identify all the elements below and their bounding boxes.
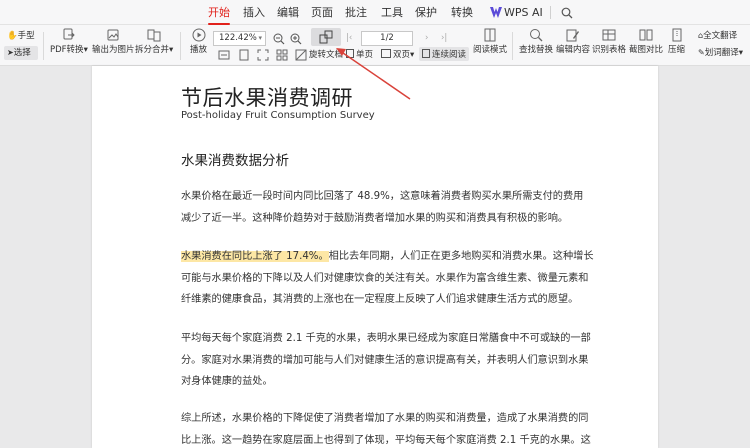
- toolbar-divider: [180, 32, 181, 60]
- recognize-table-icon: [602, 29, 616, 41]
- chevron-down-icon: ▾: [410, 50, 415, 60]
- cursor-icon: ➤: [7, 48, 14, 57]
- chevron-down-icon: ▾: [738, 48, 743, 58]
- recognize-table-button[interactable]: 识别表格: [592, 28, 626, 55]
- play-button[interactable]: 播放: [190, 28, 207, 55]
- last-page-icon[interactable]: ›|: [441, 32, 447, 44]
- tab-home[interactable]: 开始: [207, 5, 231, 25]
- pdf-convert-icon: [63, 28, 75, 40]
- wps-ai-icon: [490, 7, 502, 18]
- next-page-icon[interactable]: ›: [425, 32, 428, 44]
- page-title: 节后水果消费调研: [181, 86, 353, 110]
- word-translate-button[interactable]: ✎划词翻译▾: [698, 47, 743, 59]
- search-icon[interactable]: [561, 7, 573, 19]
- toolbar-divider: [43, 32, 44, 60]
- zoom-in-icon[interactable]: [290, 33, 302, 45]
- paragraph-household: 平均每天每个家庭消费 2.1 千克的水果，表明水果已经成为家庭日常膳食中不可或缺…: [181, 328, 597, 393]
- thumbnail-icon[interactable]: [276, 49, 288, 61]
- select-tool-button[interactable]: ➤选择: [7, 47, 31, 59]
- paragraph-summary: 综上所述，水果价格的下降促使了消费者增加了水果的购买和消费量，造成了水果消费的同…: [181, 408, 597, 448]
- double-page-button[interactable]: 双页▾: [381, 49, 414, 61]
- double-page-icon: [381, 49, 391, 58]
- read-mode-icon: [484, 28, 496, 42]
- find-replace-icon: [530, 29, 543, 42]
- text-line: 纤维素的健康食品，其消费的上涨也在一定程度上反映了人们追求健康生活方式的愿望。: [181, 294, 579, 305]
- read-mode-button[interactable]: 阅读模式: [473, 28, 507, 55]
- menu-tab-bar: 开始 插入 编辑 页面 批注 工具 保护 转换 WPS AI: [0, 0, 750, 25]
- text-line: 平均每天每个家庭消费 2.1 千克的水果，表明水果已经成为家庭日常膳食中不可或缺…: [181, 333, 591, 344]
- compress-button[interactable]: 压缩: [668, 28, 685, 55]
- ribbon-toolbar: ✋手型 ➤选择 PDF转换▾ 输出为图片 拆分合并▾ 播放 122.42% ▾ 旋…: [0, 25, 750, 66]
- full-translate-button[interactable]: ⌂全文翻译: [698, 30, 737, 42]
- text-line: 对身体健康的益处。: [181, 376, 273, 387]
- tab-divider: [550, 6, 551, 19]
- zoom-select[interactable]: 122.42% ▾: [213, 31, 266, 46]
- rotate-document-button[interactable]: 旋转文档: [309, 49, 343, 61]
- actual-size-icon[interactable]: [257, 49, 269, 61]
- tab-convert[interactable]: 转换: [451, 5, 473, 21]
- tab-tools[interactable]: 工具: [381, 5, 403, 21]
- page-subtitle: Post-holiday Fruit Consumption Survey: [181, 110, 375, 121]
- toolbar-divider: [512, 32, 513, 60]
- fit-width-icon[interactable]: [218, 49, 230, 61]
- pdf-convert-button[interactable]: PDF转换▾: [50, 28, 88, 55]
- text-line: 分。家庭对水果消费的增加可能与人们对健康生活的意识提高有关，并表明人们意识到水果: [181, 354, 589, 366]
- text-line: 综上所述，水果价格的下降促使了消费者增加了水果的购买和消费量，造成了水果消费的同: [181, 413, 589, 424]
- tab-page[interactable]: 页面: [311, 5, 333, 21]
- first-page-icon[interactable]: |‹: [346, 32, 352, 44]
- text-line: 水果价格在最近一段时间内同比回落了 48.9%，这意味着消费者购买水果所需支付的…: [181, 191, 584, 202]
- single-page-icon: [346, 49, 354, 58]
- hand-icon: ✋: [7, 31, 18, 41]
- document-page: 节后水果消费调研 Post-holiday Fruit Consumption …: [92, 66, 658, 448]
- play-icon: [192, 28, 205, 42]
- hand-tool-button[interactable]: ✋手型: [7, 30, 35, 42]
- continuous-reading-button[interactable]: 连续阅读: [422, 49, 466, 61]
- edit-content-button[interactable]: 编辑内容: [556, 28, 590, 55]
- highlighted-text[interactable]: 水果消费在同比上涨了 17.4%。: [181, 251, 329, 262]
- tab-protect[interactable]: 保护: [415, 5, 437, 21]
- paragraph-price: 水果价格在最近一段时间内同比回落了 48.9%，这意味着消费者购买水果所需支付的…: [181, 186, 597, 229]
- tab-insert[interactable]: 插入: [243, 5, 265, 21]
- zoom-out-icon[interactable]: [273, 33, 285, 45]
- text-line: 水果消费在同比上涨了 17.4%。相比去年同期，人们正在更多地购买和消费水果。这…: [181, 251, 594, 262]
- text-line: 减少了近一半。这种降价趋势对于鼓励消费者增加水果的购买和消费具有积极的影响。: [181, 212, 569, 224]
- page-number-input[interactable]: 1/2: [361, 31, 413, 46]
- text-line: 比上涨。这一趋势在家庭层面上也得到了体现，平均每天每个家庭消费 2.1 千克的水…: [181, 434, 591, 446]
- edit-content-icon: [566, 29, 579, 42]
- split-merge-button[interactable]: 拆分合并▾: [135, 28, 173, 55]
- tab-comment[interactable]: 批注: [345, 5, 367, 21]
- split-merge-icon: [147, 29, 161, 42]
- section-heading: 水果消费数据分析: [181, 153, 289, 169]
- compress-icon: [672, 28, 681, 42]
- tab-edit[interactable]: 编辑: [277, 5, 299, 21]
- single-page-button[interactable]: 单页: [346, 49, 373, 61]
- tab-wps-ai[interactable]: WPS AI: [504, 5, 543, 21]
- find-replace-button[interactable]: 查找替换: [519, 28, 553, 55]
- screenshot-compare-icon: [639, 29, 653, 41]
- paragraph-growth: 水果消费在同比上涨了 17.4%。相比去年同期，人们正在更多地购买和消费水果。这…: [181, 246, 597, 311]
- text-line: 可能与水果价格的下降以及人们对健康饮食的关注有关。水果作为富含维生素、微量元素和: [181, 272, 589, 284]
- chevron-down-icon: ▾: [258, 34, 262, 42]
- translate-icon: ✎: [698, 48, 705, 57]
- export-image-button[interactable]: 输出为图片: [92, 28, 135, 55]
- continuous-icon: [422, 49, 430, 58]
- rotate-icon: [319, 30, 333, 44]
- fit-page-icon[interactable]: [238, 49, 250, 61]
- screenshot-compare-button[interactable]: 截图对比: [629, 28, 663, 55]
- export-image-icon: [107, 29, 119, 41]
- background-icon[interactable]: [295, 49, 307, 61]
